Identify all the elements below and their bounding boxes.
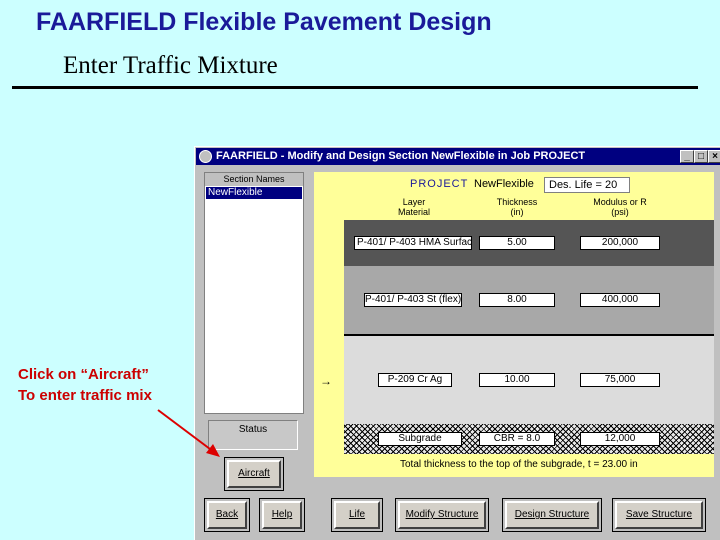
status-box: Status (208, 420, 298, 450)
aircraft-button[interactable]: Aircraft (227, 460, 281, 488)
app-icon (199, 150, 212, 163)
close-button[interactable]: × (708, 150, 720, 163)
column-header-layer-line1: Layer (402, 197, 426, 207)
column-header-thickness-line2: (in) (510, 207, 524, 217)
project-label: PROJECT (410, 178, 469, 190)
column-header-thickness-line1: Thickness (496, 197, 538, 207)
instruction-note: Click on “Aircraft” To enter traffic mix (18, 364, 152, 406)
back-button-frame: Back (204, 498, 250, 532)
help-button-frame: Help (259, 498, 305, 532)
current-layer-pointer-icon: → (320, 374, 332, 388)
back-button[interactable]: Back (207, 501, 247, 529)
section-names-header: Section Names (205, 173, 303, 186)
life-button-frame: Life (331, 498, 383, 532)
layer-material-field[interactable]: P-209 Cr Ag (378, 373, 452, 387)
aircraft-button-frame: Aircraft (224, 457, 284, 491)
title-rule (12, 86, 698, 89)
design-button-frame: Design Structure (502, 498, 602, 532)
layer-modulus-field[interactable]: 75,000 (580, 373, 660, 387)
slide-title: FAARFIELD Flexible Pavement Design (36, 8, 492, 36)
modify-button-frame: Modify Structure (395, 498, 489, 532)
modify-structure-button[interactable]: Modify Structure (398, 501, 486, 529)
save-structure-button[interactable]: Save Structure (615, 501, 703, 529)
help-button[interactable]: Help (262, 501, 302, 529)
window-titlebar[interactable]: FAARFIELD - Modify and Design Section Ne… (196, 148, 720, 165)
design-structure-button[interactable]: Design Structure (505, 501, 599, 529)
instruction-line-1: Click on “Aircraft” (18, 366, 149, 383)
layer-thickness-field[interactable]: 10.00 (479, 373, 555, 387)
layer-thickness-field[interactable]: 5.00 (479, 236, 555, 250)
layer-material-field[interactable]: P-401/ P-403 St (flex) (364, 293, 462, 307)
column-header-thickness: Thickness (in) (477, 197, 557, 217)
slide-subtitle: Enter Traffic Mixture (63, 52, 278, 79)
layer-thickness-field[interactable]: 8.00 (479, 293, 555, 307)
column-header-modulus-line2: (psi) (611, 207, 629, 217)
window-title: FAARFIELD - Modify and Design Section Ne… (216, 150, 586, 162)
life-button[interactable]: Life (334, 501, 380, 529)
instruction-line-2: To enter traffic mix (18, 387, 152, 404)
minimize-button[interactable]: _ (680, 150, 694, 163)
section-names-list[interactable]: Section Names NewFlexible (204, 172, 304, 414)
total-thickness-text: Total thickness to the top of the subgra… (400, 459, 638, 470)
section-item-newflexible[interactable]: NewFlexible (206, 187, 302, 199)
column-header-layer: Layer Material (374, 197, 454, 217)
column-header-modulus: Modulus or R (psi) (578, 197, 662, 217)
layer-modulus-field[interactable]: 400,000 (580, 293, 660, 307)
subgrade-cbr-field[interactable]: CBR = 8.0 (479, 432, 555, 446)
design-life-display: Des. Life = 20 (544, 177, 630, 193)
save-button-frame: Save Structure (612, 498, 706, 532)
maximize-button[interactable]: □ (694, 150, 708, 163)
status-label: Status (238, 424, 268, 435)
layer-modulus-field[interactable]: 200,000 (580, 236, 660, 250)
layer-material-field[interactable]: P-401/ P-403 HMA Surface (354, 236, 472, 250)
column-header-layer-line2: Material (397, 207, 430, 217)
column-header-modulus-line1: Modulus or R (593, 197, 647, 207)
subgrade-material-field[interactable]: Subgrade (378, 432, 462, 446)
subgrade-modulus-field[interactable]: 12,000 (580, 432, 660, 446)
section-name-display: NewFlexible (474, 178, 534, 190)
